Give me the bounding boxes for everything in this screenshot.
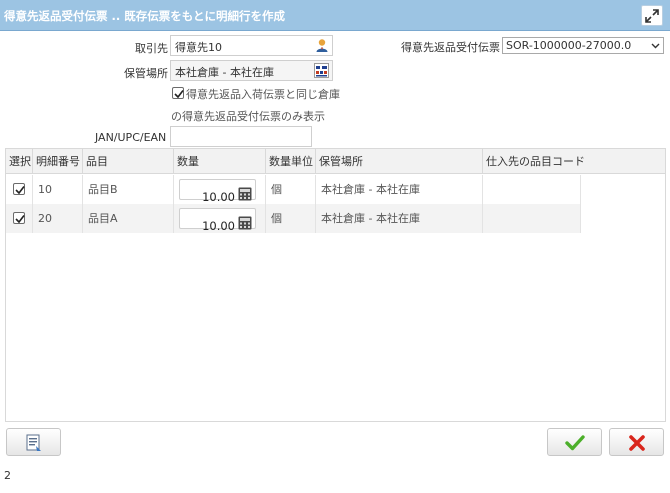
col-select[interactable]: 選択	[6, 149, 33, 174]
window-titlebar: 得意先返品受付伝票 .. 既存伝票をもとに明細行を作成	[0, 0, 670, 31]
qty-input[interactable]: 10.00	[179, 208, 256, 233]
jan-label: JAN/UPC/EAN	[95, 131, 167, 144]
col-line-no[interactable]: 明細番号	[33, 149, 83, 174]
select-cell	[6, 175, 33, 204]
report-button[interactable]	[6, 428, 61, 456]
item-cell: 品目B	[83, 175, 174, 204]
vendor-code-cell	[483, 204, 581, 233]
grid-header: 選択 明細番号 品目 数量 数量単位 保管場所 仕入先の品目コード	[6, 149, 665, 174]
lines-grid: 選択 明細番号 品目 数量 数量単位 保管場所 仕入先の品目コード 10 品目B…	[5, 148, 666, 422]
window-title: 得意先返品受付伝票 .. 既存伝票をもとに明細行を作成	[4, 9, 286, 23]
col-vendor-code[interactable]: 仕入先の品目コード	[483, 149, 665, 174]
warehouse-value: 本社倉庫 - 本社在庫	[175, 66, 274, 79]
checkmark-icon	[565, 435, 585, 451]
table-row[interactable]: 10 品目B 10.00 個 本社倉庫 - 本社在庫	[6, 175, 581, 204]
line-no-cell: 10	[33, 175, 83, 204]
calculator-icon[interactable]	[238, 212, 252, 241]
checkmark-icon	[174, 90, 184, 99]
row-count: 2	[4, 469, 11, 482]
qty-value: 10.00	[202, 219, 235, 233]
person-icon[interactable]	[315, 38, 329, 55]
vendor-code-cell	[483, 175, 581, 204]
checkmark-icon	[15, 186, 25, 195]
receipt-label: 得意先返品受付伝票	[401, 41, 500, 54]
row-select-checkbox[interactable]	[13, 183, 25, 195]
qty-input[interactable]: 10.00	[179, 179, 256, 204]
col-location[interactable]: 保管場所	[316, 149, 483, 174]
uom-cell: 個	[266, 204, 316, 233]
col-qty[interactable]: 数量	[174, 149, 266, 174]
warehouse-label: 保管場所	[124, 67, 168, 80]
table-row[interactable]: 20 品目A 10.00 個 本社倉庫 - 本社在庫	[6, 204, 581, 233]
checkmark-icon	[15, 215, 25, 224]
x-icon	[629, 435, 645, 451]
maximize-icon	[645, 9, 659, 23]
receipt-select[interactable]: SOR-1000000-27000.0	[502, 37, 664, 54]
same-warehouse-checkbox[interactable]	[172, 87, 184, 99]
chevron-down-icon	[651, 40, 660, 53]
customer-field[interactable]: 得意先10	[170, 35, 333, 56]
customer-label: 取引先	[135, 42, 168, 55]
location-cell: 本社倉庫 - 本社在庫	[316, 204, 483, 233]
ok-button[interactable]	[547, 428, 602, 456]
row-select-checkbox[interactable]	[13, 212, 25, 224]
report-icon	[26, 434, 41, 451]
location-cell: 本社倉庫 - 本社在庫	[316, 175, 483, 204]
receipt-select-value: SOR-1000000-27000.0	[506, 39, 632, 52]
qty-cell: 10.00	[174, 175, 266, 204]
col-uom[interactable]: 数量単位	[266, 149, 316, 174]
cancel-button[interactable]	[609, 428, 664, 456]
jan-input[interactable]	[170, 126, 312, 147]
same-warehouse-label-line2: の得意先返品受付伝票のみ表示	[171, 110, 325, 123]
customer-value: 得意先10	[175, 41, 222, 54]
item-cell: 品目A	[83, 204, 174, 233]
line-no-cell: 20	[33, 204, 83, 233]
warehouse-field[interactable]: 本社倉庫 - 本社在庫	[170, 60, 333, 81]
col-item[interactable]: 品目	[83, 149, 174, 174]
maximize-button[interactable]	[641, 5, 663, 26]
select-cell	[6, 204, 33, 233]
uom-cell: 個	[266, 175, 316, 204]
qty-cell: 10.00	[174, 204, 266, 233]
same-warehouse-label-line1: 得意先返品入荷伝票と同じ倉庫	[186, 88, 340, 101]
warehouse-icon[interactable]	[314, 63, 329, 80]
